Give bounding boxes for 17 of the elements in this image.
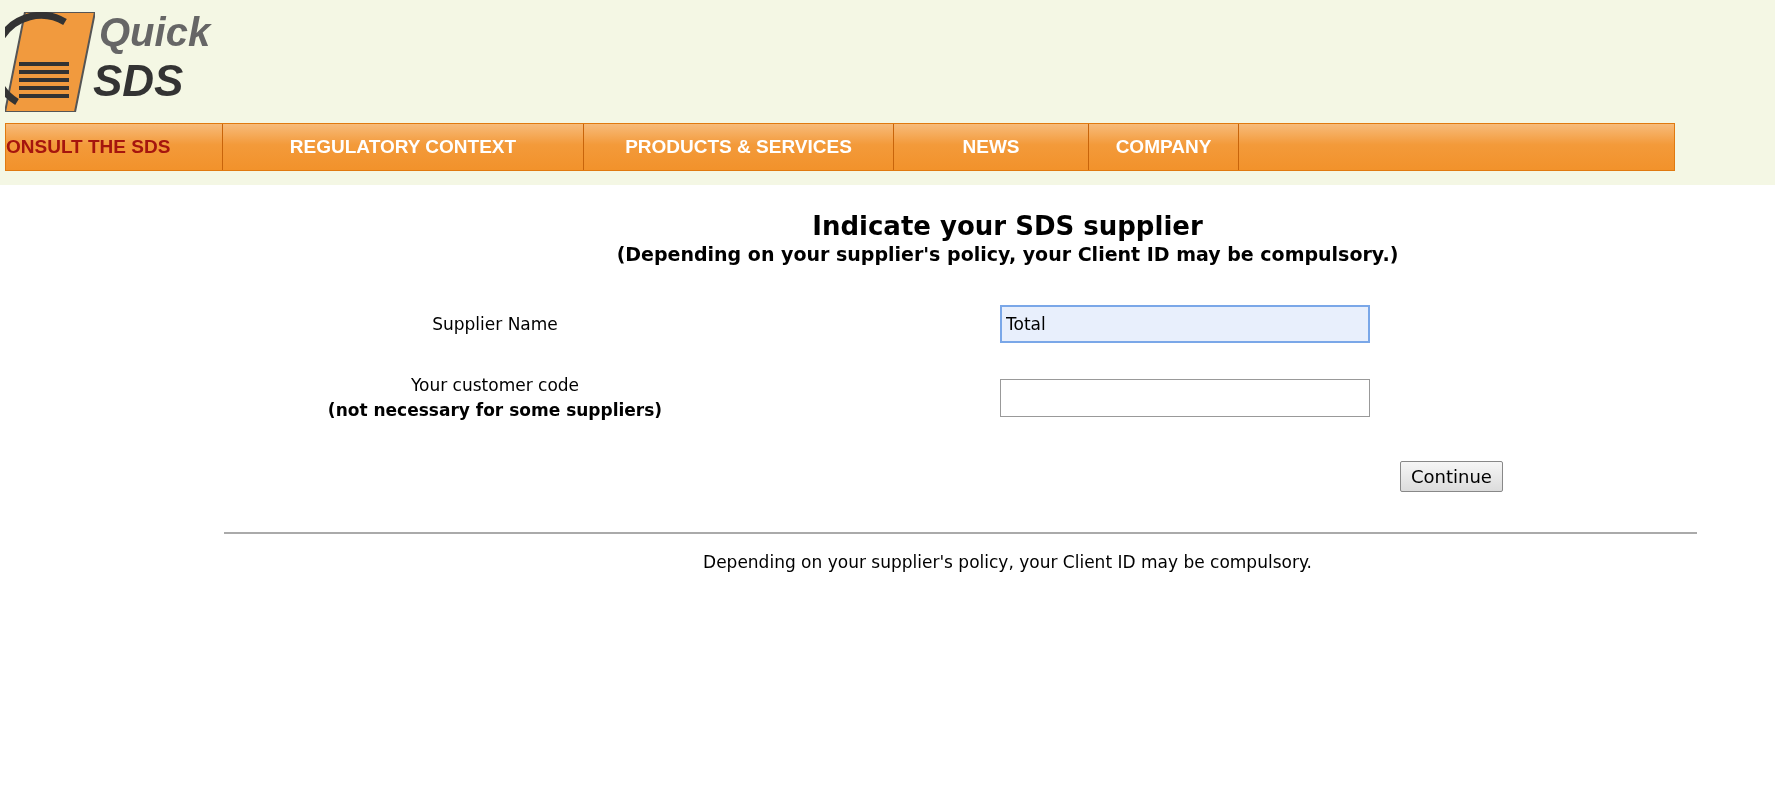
- logo-word: Quick: [99, 10, 211, 55]
- field-note: (not necessary for some suppliers): [327, 399, 663, 422]
- continue-button[interactable]: Continue: [1400, 461, 1503, 492]
- footer-note: Depending on your supplier's policy, your Client ID may be compulsory.: [702, 552, 1313, 572]
- field-label: Your customer code: [410, 374, 580, 397]
- field-label: Supplier Name: [432, 312, 558, 336]
- nav-item[interactable]: NEWS: [894, 124, 1089, 170]
- nav-item[interactable]: REGULATORY CONTEXT: [223, 124, 584, 170]
- nav-item[interactable]: COMPANY: [1089, 124, 1239, 170]
- nav-item[interactable]: PRODUCTS & SERVICES: [584, 124, 894, 170]
- logo-emblem-icon: [5, 12, 95, 112]
- page-subtitle: (Depending on your supplier's policy, your Client ID may be compulsory.): [615, 243, 1400, 265]
- nav-item[interactable]: ONSULT THE SDS: [6, 124, 223, 170]
- page-title: Indicate your SDS supplier: [811, 211, 1204, 241]
- logo-word: SDS: [93, 56, 184, 106]
- input-field[interactable]: Total: [1000, 305, 1370, 343]
- input-field[interactable]: [1000, 379, 1370, 417]
